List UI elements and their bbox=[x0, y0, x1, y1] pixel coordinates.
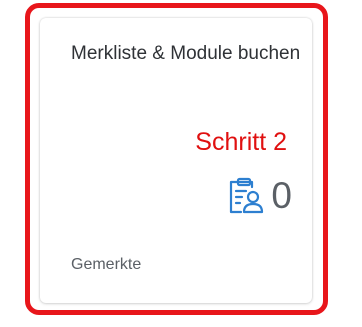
clipboard-person-icon bbox=[225, 176, 265, 216]
kpi-indicator: 0 bbox=[225, 176, 292, 216]
step-annotation: Schritt 2 bbox=[195, 128, 287, 156]
merkliste-tile[interactable]: Merkliste & Module buchen Schritt 2 0 Ge… bbox=[40, 18, 312, 303]
tile-title: Merkliste & Module buchen bbox=[71, 43, 301, 64]
highlight-frame: Merkliste & Module buchen Schritt 2 0 Ge… bbox=[25, 3, 328, 315]
tile-footer: Gemerkte bbox=[71, 256, 142, 273]
kpi-value: 0 bbox=[271, 175, 292, 216]
